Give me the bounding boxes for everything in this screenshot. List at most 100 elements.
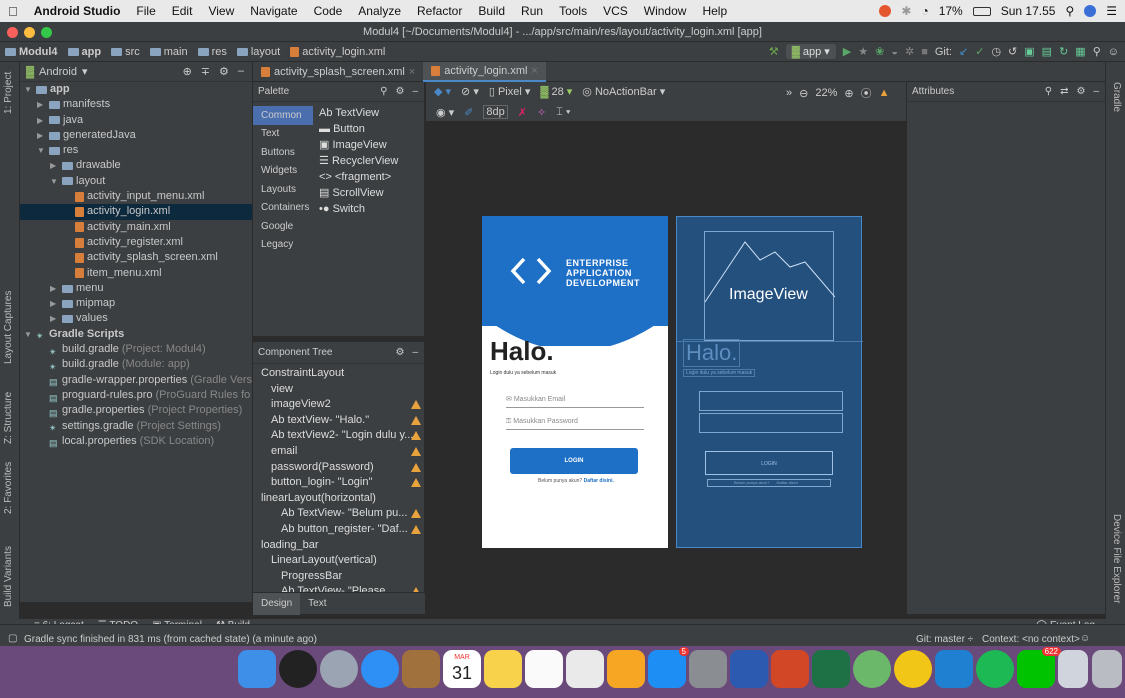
menu-run[interactable]: Run: [513, 4, 551, 18]
infer-constraints-icon[interactable]: ✧: [537, 106, 546, 119]
gear-icon[interactable]: ⚙: [395, 347, 404, 358]
palette-category-layouts[interactable]: Layouts: [253, 180, 313, 199]
search-icon[interactable]: ⚲: [1045, 86, 1052, 97]
component-tree-item[interactable]: view: [271, 382, 293, 398]
blueprint-imageview[interactable]: ImageView: [704, 231, 835, 341]
palette-category-legacy[interactable]: Legacy: [253, 235, 313, 254]
warning-icon[interactable]: [411, 462, 421, 472]
powerpoint-icon[interactable]: [771, 650, 809, 688]
sdk-manager-icon[interactable]: ▤: [1042, 45, 1052, 58]
search-icon[interactable]: ⚲: [380, 86, 387, 97]
search-everywhere-icon[interactable]: ⚲: [1093, 45, 1101, 58]
trash-icon[interactable]: [1092, 650, 1122, 688]
project-tree-item[interactable]: ▶ manifests: [20, 97, 252, 112]
apply-changes-icon[interactable]: ★: [858, 45, 868, 58]
palette-item-scrollview[interactable]: ▤ ScrollView: [319, 185, 384, 201]
menu-edit[interactable]: Edit: [164, 4, 201, 18]
minimize-window-button[interactable]: [24, 27, 35, 38]
android-studio-icon[interactable]: [853, 650, 891, 688]
theme-select[interactable]: ◎ NoActionBar ▾: [582, 85, 665, 98]
menu-view[interactable]: View: [200, 4, 242, 18]
close-icon[interactable]: ×: [409, 66, 415, 78]
blueprint-password-field[interactable]: [699, 413, 843, 433]
project-structure-icon[interactable]: ▦: [1075, 45, 1085, 58]
project-tree-item[interactable]: item_menu.xml: [20, 266, 252, 281]
photos-icon[interactable]: [566, 650, 604, 688]
component-tree-item[interactable]: Ab button_register- "Daf...: [281, 522, 408, 538]
palette-category-common[interactable]: Common: [253, 106, 313, 125]
excel-icon[interactable]: [812, 650, 850, 688]
target-icon[interactable]: ⊕: [183, 65, 192, 78]
hector-icon[interactable]: ☺: [1080, 633, 1090, 644]
project-tree-item[interactable]: ▼ ✴ Gradle Scripts: [20, 327, 252, 342]
spotify-icon[interactable]: [976, 650, 1014, 688]
expand-arrow-icon[interactable]: ▼: [24, 82, 33, 97]
tool-windows-toggle-icon[interactable]: ▢: [8, 633, 17, 644]
orientation-icon[interactable]: ⊘ ▾: [461, 85, 479, 98]
component-tree-item[interactable]: email: [271, 444, 297, 460]
project-tree-item[interactable]: ▤ local.properties (SDK Location): [20, 434, 252, 449]
project-tree-item[interactable]: ▤ gradle-wrapper.properties (Gradle Vers: [20, 373, 252, 388]
context-widget[interactable]: Context: <no context>: [982, 634, 1080, 645]
tool-window-structure[interactable]: Z: Structure: [3, 392, 14, 444]
collapse-arrow-icon[interactable]: ▶: [37, 128, 46, 143]
project-tree-item[interactable]: ▶ mipmap: [20, 296, 252, 311]
expand-arrow-icon[interactable]: ▼: [24, 327, 33, 342]
palette-category-text[interactable]: Text: [253, 124, 313, 143]
palette-category-google[interactable]: Google: [253, 217, 313, 236]
git-branch-widget[interactable]: Git: master ÷: [916, 634, 973, 645]
blueprint-preview[interactable]: ImageView Halo. Login dulu ya sebelum ma…: [676, 216, 863, 548]
rollback-icon[interactable]: ↺: [1008, 45, 1017, 58]
project-tree-item[interactable]: ▶ menu: [20, 281, 252, 296]
component-tree-item[interactable]: ProgressBar: [281, 569, 342, 585]
tab-activity-login[interactable]: activity_login.xml ×: [423, 61, 546, 82]
breadcrumb-project[interactable]: Modul4: [0, 46, 63, 58]
clock[interactable]: Sun 17.55: [1001, 4, 1056, 18]
tool-window-device-file-explorer[interactable]: Device File Explorer: [1111, 514, 1122, 603]
project-tree-item[interactable]: ▶ values: [20, 311, 252, 326]
component-tree-item[interactable]: linearLayout(horizontal): [261, 491, 376, 507]
api-select[interactable]: ▓ 28 ▾: [540, 85, 572, 98]
finder-icon[interactable]: [238, 650, 276, 688]
warning-icon[interactable]: [411, 415, 421, 425]
project-tree-item[interactable]: ▼ app: [20, 82, 252, 97]
warning-icon[interactable]: [411, 400, 421, 410]
breadcrumb-main[interactable]: main: [145, 46, 193, 58]
siri-icon[interactable]: [1084, 5, 1097, 17]
tab-text[interactable]: Text: [300, 593, 334, 615]
debug-icon[interactable]: ❀: [875, 45, 884, 58]
palette-item-button[interactable]: ▬ Button: [319, 121, 365, 137]
git-update-icon[interactable]: ↙: [959, 45, 968, 58]
project-tree-item[interactable]: ▼ res: [20, 143, 252, 158]
battery-label[interactable]: 17%: [939, 4, 963, 18]
tool-window-build-variants[interactable]: Build Variants: [3, 546, 14, 607]
zoom-in-icon[interactable]: ⊕: [844, 87, 853, 100]
notification-center-icon[interactable]: ☰: [1106, 4, 1117, 18]
guidelines-icon[interactable]: ⌶ ▾: [556, 106, 570, 119]
project-tree-item[interactable]: activity_login.xml: [20, 204, 252, 220]
component-tree-item[interactable]: password(Password): [271, 460, 374, 476]
project-tree-item[interactable]: ▤ proguard-rules.pro (ProGuard Rules fo: [20, 388, 252, 403]
device-select[interactable]: ▯ Pixel ▾: [489, 85, 531, 98]
blueprint-email-field[interactable]: [699, 391, 843, 411]
tool-window-layout-captures[interactable]: Layout Captures: [3, 291, 14, 364]
palette-item-switch[interactable]: •● Switch: [319, 201, 365, 217]
collapse-arrow-icon[interactable]: ▶: [50, 281, 59, 296]
component-tree-item[interactable]: LinearLayout(vertical): [271, 553, 377, 569]
close-window-button[interactable]: [7, 27, 18, 38]
palette-item-fragment[interactable]: <> <fragment>: [319, 169, 391, 185]
design-preview[interactable]: ENTERPRISE APPLICATION DEVELOPMENT Halo.…: [482, 216, 668, 548]
breadcrumb-app[interactable]: app: [63, 46, 107, 58]
project-tree-item[interactable]: activity_input_menu.xml: [20, 189, 252, 204]
stop-icon[interactable]: ■: [921, 46, 928, 58]
wifi-icon[interactable]: ◔: [921, 4, 928, 18]
close-icon[interactable]: ×: [531, 65, 537, 77]
register-link[interactable]: Daftar disini.: [584, 478, 614, 484]
launchpad-icon[interactable]: [320, 650, 358, 688]
login-button[interactable]: LOGIN: [510, 448, 638, 474]
collapse-arrow-icon[interactable]: ▶: [50, 311, 59, 326]
calendar-icon[interactable]: MAR 31: [443, 650, 481, 688]
collapse-arrow-icon[interactable]: ▶: [50, 296, 59, 311]
git-commit-icon[interactable]: ✓: [975, 45, 984, 58]
attach-debugger-icon[interactable]: ✲: [905, 45, 914, 58]
